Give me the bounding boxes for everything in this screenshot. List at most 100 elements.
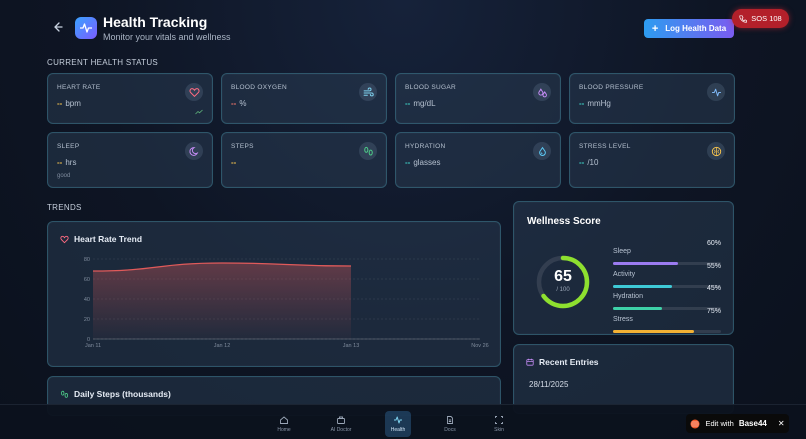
phone-icon (739, 14, 748, 23)
nav-item-docs[interactable]: Docs (437, 411, 463, 437)
stat-card-steps[interactable]: STEPS -- (221, 132, 387, 188)
nav-item-home[interactable]: Home (271, 411, 297, 437)
stat-label: HYDRATION (405, 143, 446, 150)
metric-name: Hydration (613, 293, 643, 300)
metric-track (613, 329, 721, 333)
stat-card-blood-sugar[interactable]: BLOOD SUGAR -- mg/dL (395, 73, 561, 124)
nav-item-ai-doctor[interactable]: AI Doctor (327, 411, 355, 437)
recent-entries-title: Recent Entries (526, 357, 599, 367)
stat-value: -- glasses (405, 158, 441, 167)
pulse-icon (707, 83, 725, 101)
heart-rate-chart: 020406080Jan 11 Jan 12 Jan 13 Nov 26 (84, 257, 489, 349)
recent-entry-date[interactable]: 28/11/2025 (529, 380, 568, 389)
water-drop-icon (533, 142, 551, 160)
calendar-icon (526, 358, 534, 366)
footprints-icon (61, 390, 68, 398)
y-tick-label: 60 (84, 277, 90, 283)
wellness-title: Wellness Score (527, 216, 601, 227)
stat-label: STRESS LEVEL (579, 143, 631, 150)
page-subtitle: Monitor your vitals and wellness (103, 32, 231, 42)
badge-brand: Base44 (738, 419, 767, 428)
back-arrow-icon[interactable] (50, 20, 64, 34)
stat-value: -- mmHg (579, 99, 611, 108)
wellness-score-value: 65 (554, 268, 572, 285)
x-tick-label: Jan 13 (343, 343, 360, 349)
stat-label: SLEEP (57, 143, 80, 150)
briefcase-icon (337, 416, 345, 424)
recent-entries-title-text: Recent Entries (539, 357, 599, 367)
wellness-score-card: Wellness Score 65 / 100 Sleep 60% Activi… (513, 201, 734, 335)
y-tick-label: 40 (84, 297, 90, 303)
stat-value: --% (231, 99, 247, 108)
stat-value: -- mg/dL (405, 99, 436, 108)
metric-name: Sleep (613, 248, 631, 255)
nav-label: Skin (494, 427, 504, 433)
plus-icon: + (651, 22, 659, 35)
log-health-data-button[interactable]: + Log Health Data (644, 19, 734, 38)
nav-item-health[interactable]: Health (385, 411, 411, 437)
trends-heading: TRENDS (47, 203, 82, 212)
nav-item-skin[interactable]: Skin (486, 411, 512, 437)
sos-label: SOS 108 (751, 14, 782, 23)
metric-percent: 60% (706, 240, 721, 247)
wellness-metric-stress: Stress 75% (613, 308, 721, 333)
stat-label: BLOOD PRESSURE (579, 84, 644, 91)
footprints-icon (359, 142, 377, 160)
x-tick-label: Jan 12 (214, 343, 231, 349)
y-tick-label: 20 (84, 317, 90, 323)
heart-icon (185, 83, 203, 101)
stat-note: good (57, 173, 71, 179)
wellness-metric-sleep: Sleep 60% (613, 240, 721, 265)
nav-label: Health (390, 427, 406, 433)
stat-card-heart-rate[interactable]: HEART RATE -- bpm (47, 73, 213, 124)
stat-label: STEPS (231, 143, 254, 150)
steps-chart-title: Daily Steps (thousands) (60, 389, 171, 399)
metric-percent: 45% (706, 285, 721, 292)
trend-up-icon (195, 109, 203, 115)
stat-value: -- bpm (57, 99, 81, 108)
document-icon (447, 416, 453, 424)
x-tick-label: Nov 26 (471, 343, 488, 349)
metric-fill (613, 329, 694, 333)
metric-percent: 75% (706, 307, 721, 315)
y-tick-label: 80 (84, 257, 90, 263)
stat-label: HEART RATE (57, 84, 101, 91)
stat-label: BLOOD OXYGEN (231, 84, 287, 91)
brain-icon (707, 142, 725, 160)
droplets-icon (533, 83, 551, 101)
page-header: Health Tracking Monitor your vitals and … (0, 0, 806, 56)
steps-chart-title-text: Daily Steps (thousands) (74, 389, 171, 399)
scan-icon (495, 416, 503, 424)
stat-card-blood-oxygen[interactable]: BLOOD OXYGEN --% (221, 73, 387, 124)
nav-label: Home (277, 427, 291, 433)
stat-value: --/10 (579, 158, 599, 167)
wellness-metric-activity: Activity 55% (613, 263, 721, 288)
page-title: Health Tracking (103, 14, 208, 30)
wellness-score-max: / 100 (556, 287, 570, 293)
metric-name: Stress (613, 315, 633, 323)
sos-button[interactable]: SOS 108 (732, 9, 789, 28)
stat-card-blood-pressure[interactable]: BLOOD PRESSURE -- mmHg (569, 73, 735, 124)
nav-label: AI Doctor (330, 427, 352, 433)
stat-card-stress-level[interactable]: STRESS LEVEL --/10 (569, 132, 735, 188)
heart-rate-area (93, 263, 351, 339)
metric-percent: 55% (706, 262, 721, 270)
log-button-label: Log Health Data (665, 24, 727, 33)
stat-card-hydration[interactable]: HYDRATION -- glasses (395, 132, 561, 188)
moon-icon (185, 142, 203, 160)
stat-label: BLOOD SUGAR (405, 84, 456, 91)
badge-prefix: Edit with (705, 419, 734, 428)
stat-value: -- (231, 158, 237, 167)
edit-with-base44-badge[interactable]: Edit with Base44 ✕ (686, 414, 789, 433)
metric-name: Activity (613, 270, 636, 278)
close-icon[interactable]: ✕ (778, 419, 785, 428)
current-status-heading: CURRENT HEALTH STATUS (47, 58, 159, 67)
activity-app-icon (75, 17, 97, 39)
x-tick-label: Jan 11 (85, 343, 101, 349)
stat-card-sleep[interactable]: SLEEP -- hrs good (47, 132, 213, 188)
home-icon (280, 416, 288, 424)
nav-label: Docs (444, 427, 456, 433)
wind-icon (359, 83, 377, 101)
stat-value: -- hrs (57, 158, 77, 167)
base44-logo-icon (690, 419, 700, 428)
